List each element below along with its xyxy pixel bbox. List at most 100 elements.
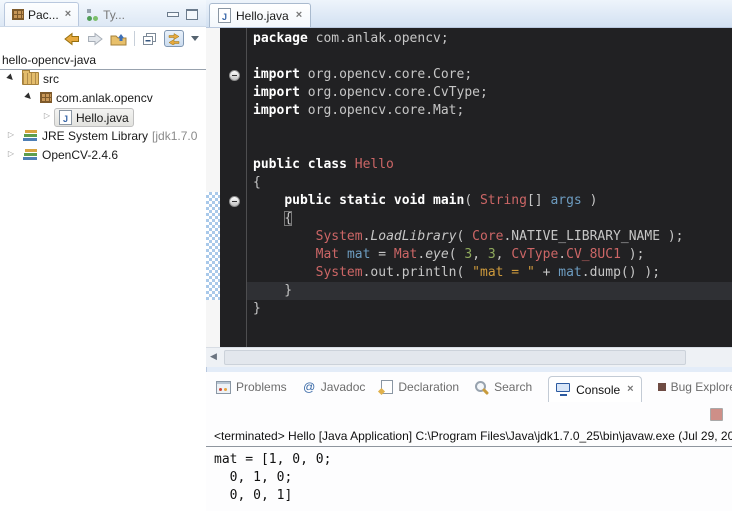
tab-console[interactable]: Console × bbox=[548, 376, 641, 403]
range-indicator bbox=[206, 192, 220, 300]
scrollbar-thumb[interactable] bbox=[224, 350, 686, 365]
type-hierarchy-icon bbox=[86, 9, 99, 21]
tab-label: Javadoc bbox=[321, 380, 366, 394]
tab-label: Search bbox=[494, 380, 532, 394]
tab-label: Console bbox=[576, 383, 620, 397]
code-line: } bbox=[253, 300, 732, 318]
code-line: { bbox=[253, 210, 732, 228]
view-tabbar: Pac... × Ty... bbox=[0, 0, 206, 27]
link-with-editor-button[interactable] bbox=[164, 30, 184, 47]
tab-javadoc[interactable]: Javadoc bbox=[303, 380, 366, 394]
editor-tab-label: Hello.java bbox=[236, 9, 289, 23]
collapse-all-icon bbox=[142, 32, 157, 46]
editor-area: Hello.java × package com.anlak.opencv;im… bbox=[206, 0, 732, 366]
collapse-arrow-icon[interactable]: ▶ bbox=[22, 90, 35, 103]
fold-collapse-icon[interactable] bbox=[229, 196, 240, 207]
expand-arrow-icon[interactable]: ▷ bbox=[6, 130, 16, 139]
tree-item-content: JRE System Library [jdk1.7.0 bbox=[18, 127, 201, 144]
tree-item-label: OpenCV-2.4.6 bbox=[42, 148, 118, 162]
code-editor[interactable]: package com.anlak.opencv;import org.open… bbox=[206, 28, 732, 347]
editor-folding-gutter bbox=[220, 28, 247, 347]
library-icon bbox=[22, 148, 38, 161]
view-menu-button[interactable] bbox=[191, 36, 199, 41]
tab-package-explorer[interactable]: Pac... × bbox=[4, 2, 79, 26]
up-button[interactable] bbox=[110, 32, 127, 46]
console-status: <terminated> Hello [Java Application] C:… bbox=[206, 427, 732, 447]
tree-item-hello-java[interactable]: ▷ Hello.java bbox=[0, 108, 206, 127]
close-icon[interactable]: × bbox=[625, 384, 633, 395]
terminate-icon[interactable] bbox=[710, 408, 723, 421]
view-window-buttons bbox=[167, 9, 206, 26]
code-line bbox=[253, 138, 732, 156]
console-output-line: mat = [1, 0, 0; bbox=[214, 451, 732, 469]
tab-search[interactable]: Search bbox=[475, 380, 532, 394]
editor-horizontal-scrollbar[interactable]: ◀ bbox=[206, 347, 732, 367]
tree-item-label: Hello.java bbox=[76, 111, 129, 125]
close-icon[interactable]: × bbox=[294, 10, 302, 21]
scroll-left-icon[interactable]: ◀ bbox=[210, 351, 217, 362]
editor-tabbar: Hello.java × bbox=[206, 0, 732, 28]
tree-item-content: OpenCV-2.4.6 bbox=[18, 146, 122, 163]
package-explorer-toolbar bbox=[0, 27, 206, 50]
view-menu-icon bbox=[191, 36, 199, 41]
expand-arrow-icon[interactable]: ▷ bbox=[6, 149, 16, 158]
code-line: public static void main( String[] args ) bbox=[253, 192, 732, 210]
fold-collapse-icon[interactable] bbox=[229, 70, 240, 81]
maximize-icon[interactable] bbox=[186, 9, 198, 20]
search-icon bbox=[475, 381, 489, 394]
console-view: Problems Javadoc Declaration Search Console ×… bbox=[206, 372, 732, 511]
tree-item-jre-system-library[interactable]: ▷JRE System Library [jdk1.7.0 bbox=[0, 127, 206, 146]
expand-arrow-icon[interactable]: ▷ bbox=[42, 111, 52, 120]
code-line: public class Hello bbox=[253, 156, 732, 174]
package-folder-icon bbox=[22, 72, 39, 85]
code-line: import org.opencv.core.Mat; bbox=[253, 102, 732, 120]
code-line bbox=[253, 120, 732, 138]
package-icon bbox=[40, 92, 52, 103]
console-icon bbox=[556, 383, 571, 396]
project-label[interactable]: hello-opencv-java bbox=[0, 50, 206, 70]
package-explorer-tree: ▶src▶com.anlak.opencv▷Hello.java▷JRE Sys… bbox=[0, 70, 206, 165]
tree-item-decoration: [jdk1.7.0 bbox=[152, 129, 197, 143]
tab-type-hierarchy[interactable]: Ty... bbox=[79, 4, 132, 26]
up-folder-icon bbox=[110, 32, 127, 46]
back-button[interactable] bbox=[64, 32, 80, 46]
code-line-current: } bbox=[247, 282, 732, 300]
editor-vertical-ruler bbox=[206, 28, 220, 347]
tree-item-label: src bbox=[43, 72, 59, 86]
collapse-arrow-icon[interactable]: ▶ bbox=[4, 71, 17, 84]
code-line: System.out.println( "mat = " + mat.dump(… bbox=[253, 264, 732, 282]
tab-problems[interactable]: Problems bbox=[216, 380, 287, 394]
java-file-icon bbox=[218, 8, 231, 23]
tab-label: Problems bbox=[236, 380, 287, 394]
tree-item-content: com.anlak.opencv bbox=[36, 89, 157, 106]
tab-label: Pac... bbox=[28, 8, 59, 22]
java-file-icon bbox=[59, 110, 72, 125]
close-icon[interactable]: × bbox=[63, 9, 71, 20]
link-with-editor-icon bbox=[167, 32, 181, 45]
tab-bug-explorer[interactable]: Bug Explorer bbox=[658, 380, 732, 394]
tab-label: Ty... bbox=[103, 8, 125, 22]
tree-item-content: src bbox=[18, 70, 63, 87]
minimize-icon[interactable] bbox=[167, 12, 179, 17]
tab-label: Declaration bbox=[398, 380, 459, 394]
tab-declaration[interactable]: Declaration bbox=[381, 380, 459, 394]
forward-icon bbox=[87, 32, 103, 46]
back-icon bbox=[64, 32, 80, 46]
code-line: import org.opencv.core.Core; bbox=[253, 66, 732, 84]
collapse-all-button[interactable] bbox=[142, 32, 157, 46]
library-icon bbox=[22, 129, 38, 142]
console-output-line: 0, 0, 1] bbox=[214, 487, 732, 505]
code-line bbox=[253, 48, 732, 66]
tree-item-src[interactable]: ▶ src bbox=[0, 70, 206, 89]
editor-tab-hello-java[interactable]: Hello.java × bbox=[209, 3, 311, 27]
tree-item-com-anlak-opencv[interactable]: ▶com.anlak.opencv bbox=[0, 89, 206, 108]
bottom-tabbar: Problems Javadoc Declaration Search Console ×… bbox=[206, 372, 732, 402]
forward-button[interactable] bbox=[87, 32, 103, 46]
code-line: Mat mat = Mat.eye( 3, 3, CvType.CV_8UC1 … bbox=[253, 246, 732, 264]
code-text[interactable]: package com.anlak.opencv;import org.open… bbox=[247, 28, 732, 347]
tree-item-opencv-2-4-6[interactable]: ▷ OpenCV-2.4.6 bbox=[0, 146, 206, 165]
toolbar-separator bbox=[134, 31, 135, 46]
console-output[interactable]: mat = [1, 0, 0; 0, 1, 0; 0, 0, 1] bbox=[206, 447, 732, 505]
javadoc-icon bbox=[303, 380, 316, 394]
tree-item-label: JRE System Library bbox=[42, 129, 148, 143]
